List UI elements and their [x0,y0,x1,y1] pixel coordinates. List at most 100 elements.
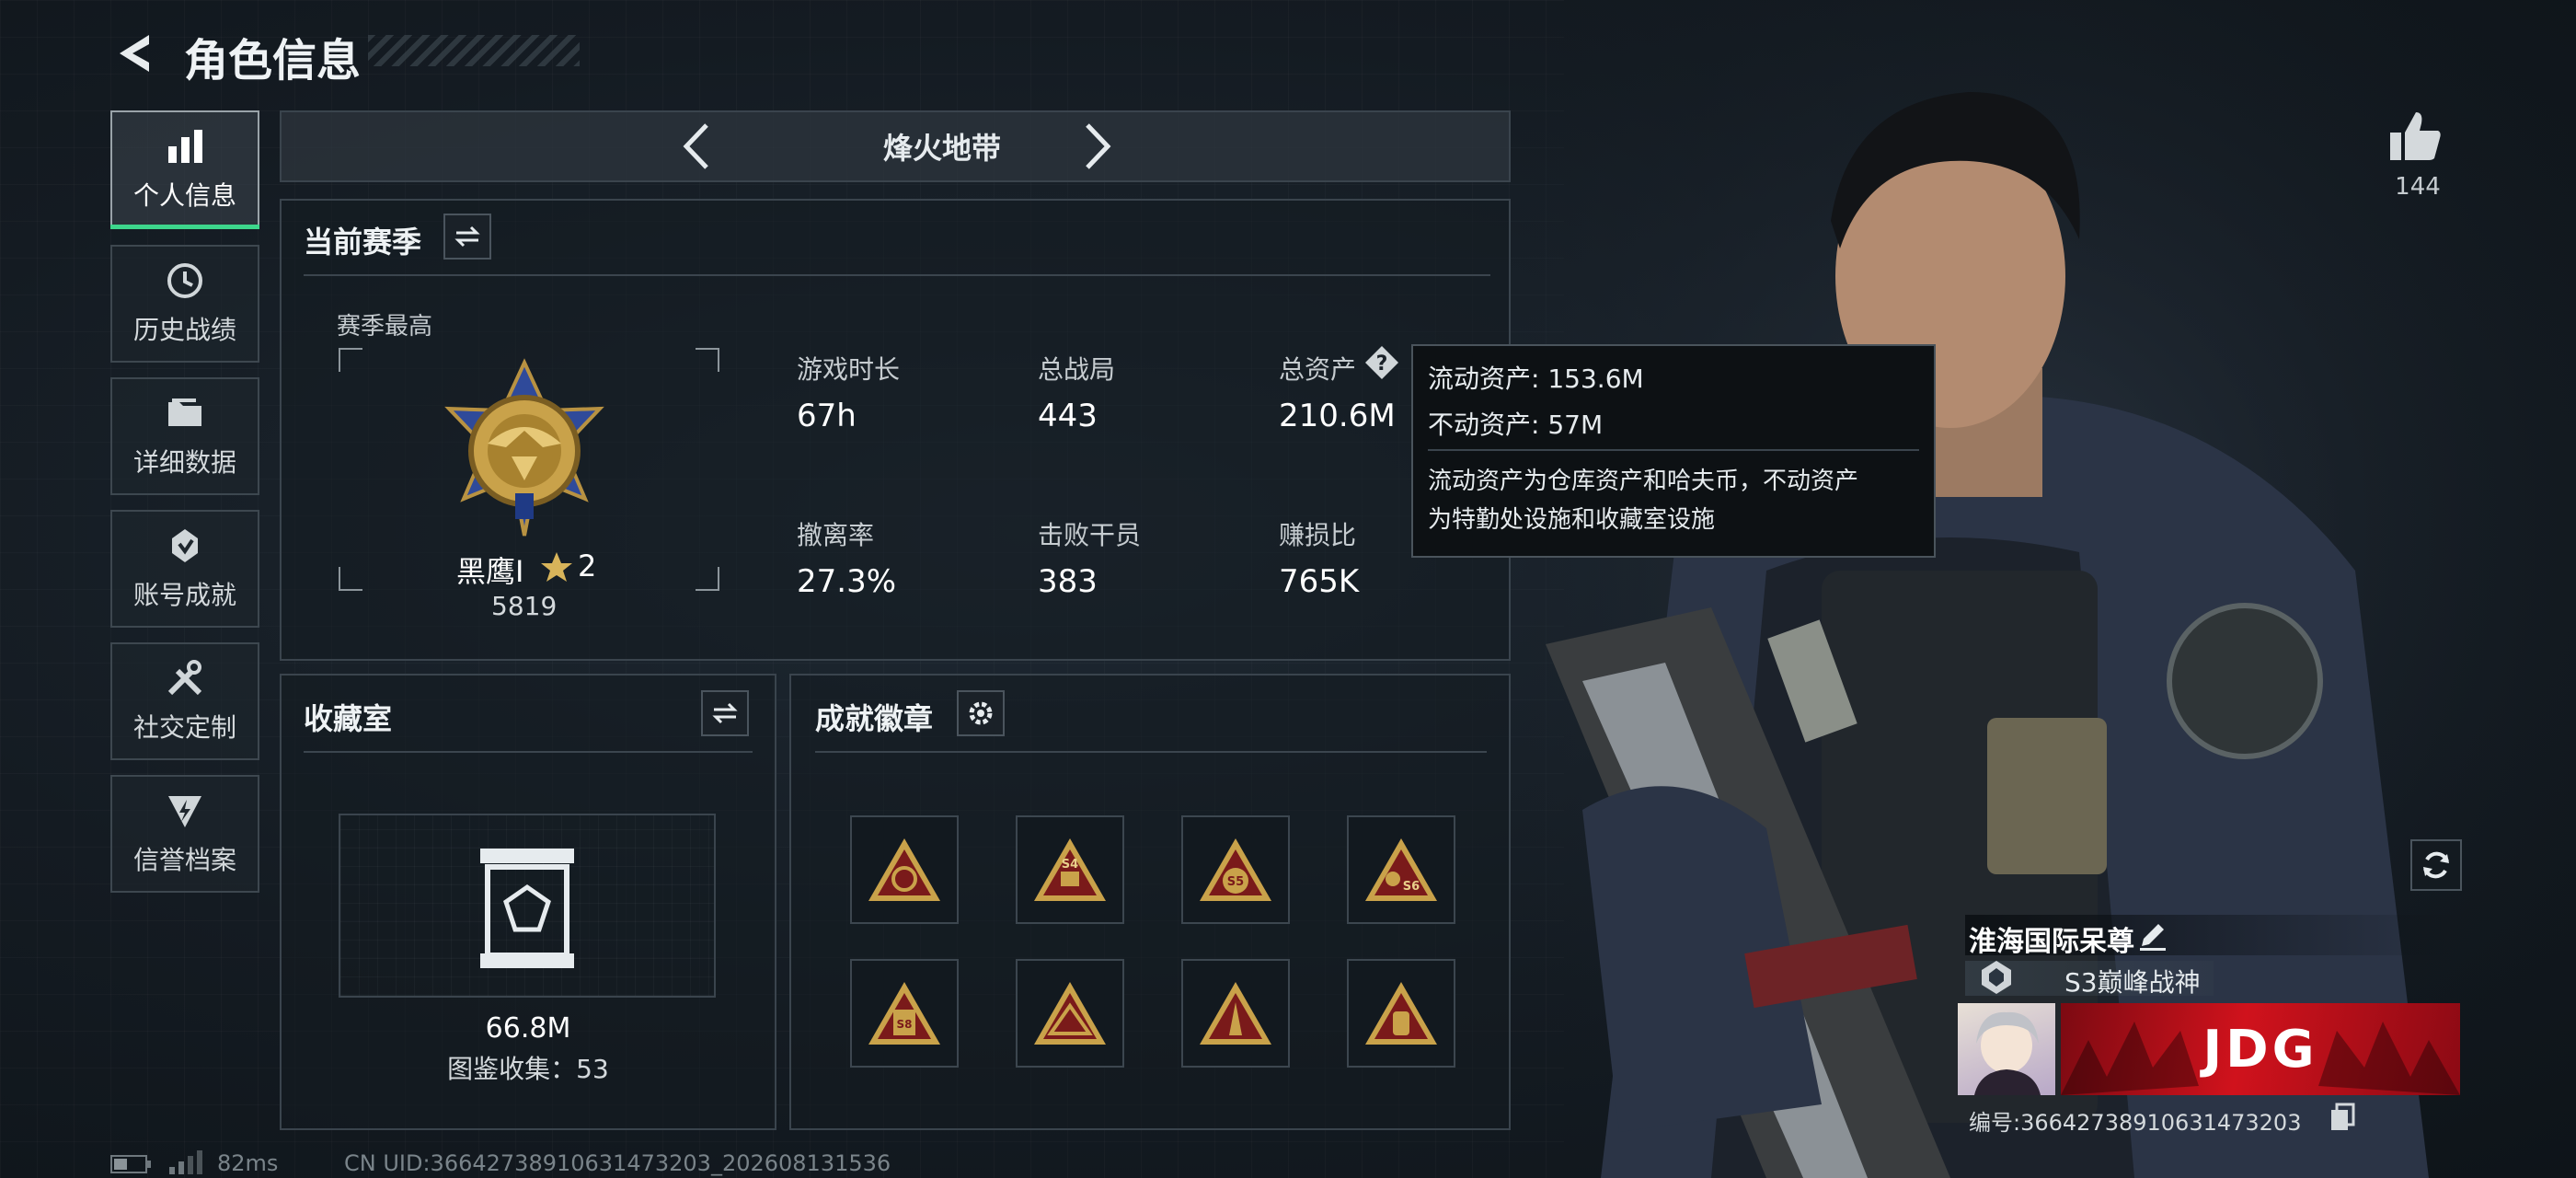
like-button[interactable] [2386,107,2445,166]
badges-settings-button[interactable] [957,690,1005,736]
refresh-button[interactable] [2410,839,2462,891]
help-icon[interactable]: ? [1363,344,1400,381]
achievement-icon [172,529,198,562]
stat-label: 击败干员 [1038,520,1142,550]
rank-score: 5819 [491,591,558,621]
thumbs-up-icon [2390,112,2441,160]
achievement-badge[interactable]: S8 [850,959,959,1068]
collection-title: 收藏室 [304,701,393,736]
achievement-badge[interactable] [850,815,959,924]
badge-emblem-icon: S6 [1365,838,1437,901]
season-best-label: 赛季最高 [337,313,433,341]
tooltip-liquid-value: 153.6M [1547,364,1644,394]
history-clock-icon [167,263,202,298]
sidebar-item-detailed-data[interactable]: 详细数据 [110,377,259,495]
stat-label: 总战局 [1038,354,1116,385]
sidebar-item-label: 账号成就 [132,580,236,610]
title-emblem-icon [1982,961,2011,994]
active-tab-indicator [110,225,259,229]
player-banner[interactable]: JDG [2061,1003,2460,1095]
pencil-icon [2140,924,2166,951]
tooltip-liquid-row: 流动资产: 153.6M [1428,359,1644,396]
badge-emblem-icon: S4 [1034,838,1106,901]
tools-icon [167,660,202,696]
sidebar-item-achievements[interactable]: 账号成就 [110,510,259,628]
sidebar-item-reputation[interactable]: 信誉档案 [110,775,259,893]
stat-value: 210.6M [1279,398,1396,434]
sidebar-item-personal-info[interactable]: 个人信息 [110,110,259,228]
rank-emblem-icon [444,358,604,537]
badge-tag: S6 [1403,880,1420,894]
back-button[interactable] [109,28,160,79]
sidebar-item-label: 社交定制 [132,712,236,743]
collection-value: 66.8M [485,1012,571,1045]
tooltip-liquid-label: 流动资产: [1428,364,1540,394]
collection-count: 图鉴收集：53 [447,1054,609,1084]
player-title: S3巅峰战神 [2064,967,2201,998]
back-arrow-icon [120,35,149,72]
battery-icon [110,1155,151,1173]
tooltip-fixed-row: 不动资产: 57M [1428,405,1603,442]
uid-text: CN UID:36642738910631473203_202608131536 [344,1150,891,1176]
stat-value: 67h [797,398,857,434]
tooltip-desc-line2: 为特勤处设施和收藏室设施 [1428,506,1716,534]
badge-tag: S8 [897,1018,913,1031]
achievement-badge[interactable] [1347,959,1455,1068]
stat-label: 赚损比 [1279,520,1357,550]
banner-logo-text: JDG [2202,1020,2318,1080]
mode-next-button[interactable] [1073,118,1124,175]
achievement-badge[interactable] [1181,959,1290,1068]
season-divider [304,274,1490,276]
signal-icon [169,1150,202,1174]
like-count: 144 [2395,173,2441,201]
stat-total-matches: 总战局 443 [1038,350,1115,434]
stat-label: 游戏时长 [797,354,901,385]
frame-corner [696,567,719,591]
badge-emblem-icon: S8 [868,982,940,1045]
stat-operators-defeated: 击败干员 383 [1038,515,1141,600]
copy-icon [2331,1103,2355,1130]
stat-value: 765K [1279,563,1360,600]
collection-switch-button[interactable] [701,690,749,736]
shield-bolt-icon [168,796,201,827]
achievement-badge[interactable] [1016,959,1124,1068]
frame-corner [339,348,362,372]
folder-icon [168,398,201,426]
header-decoration [368,35,580,66]
sidebar-item-label: 历史战绩 [132,315,236,345]
bar-chart-icon [168,130,202,163]
player-id: 编号:36642738910631473203 [1969,1110,2302,1136]
sidebar-item-label: 信誉档案 [132,845,236,875]
stat-extraction-rate: 撤离率 27.3% [797,515,896,600]
frame-corner [696,348,719,372]
badge-emblem-icon [1034,982,1106,1045]
copy-id-button[interactable] [2328,1103,2357,1132]
mode-prev-button[interactable] [670,118,721,175]
swap-icon [712,702,738,724]
badges-title: 成就徽章 [815,701,934,736]
stat-value: 383 [1038,563,1098,600]
chevron-left-icon [683,123,708,169]
season-switch-button[interactable] [443,214,491,260]
gear-icon [969,701,993,725]
svg-text:?: ? [1376,352,1388,375]
achievement-badge[interactable]: S5 [1181,815,1290,924]
player-avatar[interactable] [1958,1003,2055,1095]
assets-tooltip: 流动资产: 153.6M 不动资产: 57M 流动资产为仓库资产和哈夫币，不动资… [1411,344,1936,558]
tooltip-fixed-label: 不动资产: [1428,410,1540,440]
player-name: 淮海国际呆尊 [1969,926,2134,958]
stat-label: 撤离率 [797,520,875,550]
rank-name: 黑鹰I [456,554,524,589]
collection-divider [304,751,753,753]
edit-name-button[interactable] [2136,918,2169,952]
refresh-icon [2423,851,2449,879]
sidebar-item-social-custom[interactable]: 社交定制 [110,642,259,760]
stat-value: 443 [1038,398,1098,434]
star-icon [541,552,572,582]
achievement-badge[interactable]: S4 [1016,815,1124,924]
ping-text: 82ms [217,1150,279,1176]
achievement-badge[interactable]: S6 [1347,815,1455,924]
sidebar-item-history[interactable]: 历史战绩 [110,245,259,363]
badge-emblem-icon [1365,982,1437,1045]
badge-emblem-icon [1200,982,1271,1045]
